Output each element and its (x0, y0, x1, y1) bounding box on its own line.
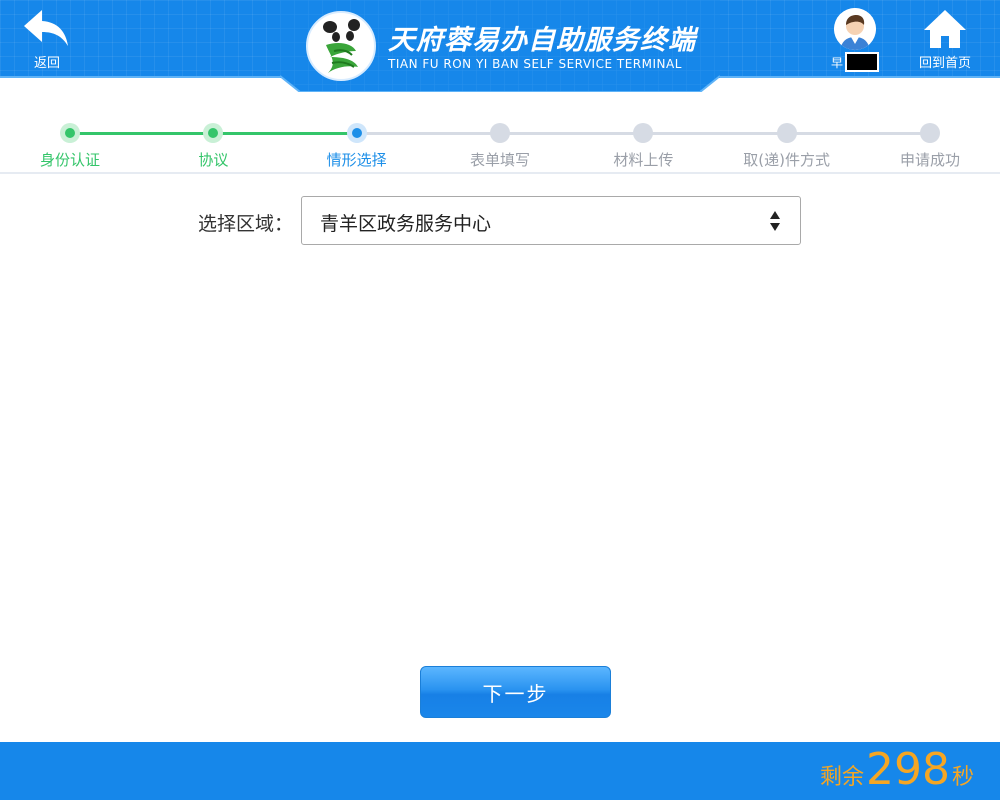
select-updown-icon (770, 211, 780, 231)
redaction-box (845, 52, 879, 72)
step-dot-inner (925, 128, 935, 138)
back-label: 返回 (33, 56, 60, 71)
back-arrow-icon (24, 10, 68, 46)
home-icon (924, 10, 966, 48)
step-label: 身份认证 (39, 151, 100, 169)
step-dot (203, 123, 224, 143)
user-avatar-icon (834, 8, 876, 50)
app-subtitle: TIAN FU RON YI BAN SELF SERVICE TERMINAL (388, 57, 682, 71)
step-4: 表单填写 (445, 120, 555, 170)
header-underline (0, 76, 1000, 78)
step-label: 取(递)件方式 (743, 151, 831, 169)
avatar (834, 8, 876, 50)
user-name-text: 早 (830, 55, 843, 70)
footer-bar: 剩余 298 秒 (0, 742, 1000, 800)
panda-logo (306, 11, 376, 81)
step-dot (346, 123, 367, 143)
step-dot (490, 123, 510, 143)
countdown-value: 298 (866, 744, 950, 795)
step-1: 身份认证 (15, 120, 125, 170)
step-dot-inner (495, 128, 505, 138)
user-name: 早 (831, 52, 879, 72)
progress-steps: 身份认证 协议 情形选择 表单填写 材料上传 取(递)件方式 申请成功 (0, 120, 1000, 176)
step-label: 情形选择 (326, 151, 387, 169)
next-step-button[interactable]: 下一步 (420, 666, 611, 718)
countdown-prefix: 剩余 (819, 765, 864, 790)
step-dot (60, 123, 80, 143)
steps-divider (0, 172, 1000, 174)
countdown-timer: 剩余 298 秒 (820, 746, 974, 794)
region-label: 选择区域： (198, 213, 294, 235)
region-selected-value: 青羊区政务服务中心 (320, 213, 492, 235)
step-dot-inner (208, 128, 219, 138)
step-dot-inner (638, 128, 649, 138)
step-label: 材料上传 (613, 151, 674, 169)
home-label: 回到首页 (918, 56, 971, 71)
back-button[interactable]: 返回 (18, 6, 76, 71)
step-dot-inner (65, 128, 75, 138)
user-profile-button[interactable]: 早 (826, 8, 884, 72)
step-dot (776, 123, 797, 143)
step-label: 申请成功 (899, 151, 960, 169)
step-2: 协议 (158, 120, 268, 170)
step-3: 情形选择 (302, 120, 412, 170)
step-7: 申请成功 (875, 120, 985, 170)
app-title: 天府蓉易办自助服务终端 (388, 25, 696, 56)
step-dot (633, 123, 654, 143)
home-button[interactable]: 回到首页 (914, 8, 976, 71)
countdown-unit: 秒 (951, 765, 974, 790)
step-6: 取(递)件方式 (732, 120, 842, 170)
step-label: 协议 (198, 151, 229, 169)
step-dot (920, 123, 940, 143)
region-select[interactable]: 青羊区政务服务中心 (301, 196, 801, 245)
step-dot-inner (351, 128, 362, 138)
step-5: 材料上传 (588, 120, 698, 170)
step-label: 表单填写 (469, 151, 530, 169)
step-dot-inner (781, 128, 792, 138)
